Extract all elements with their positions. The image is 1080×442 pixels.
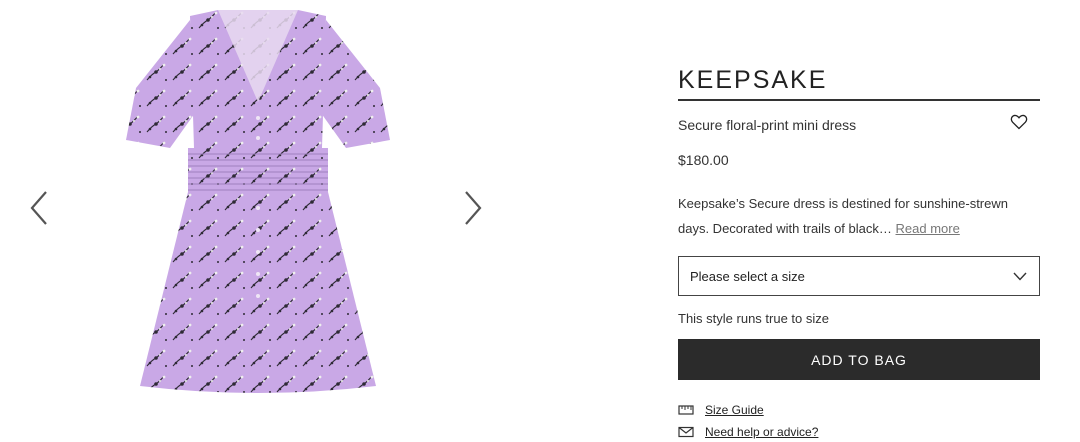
envelope-icon bbox=[678, 426, 694, 438]
read-more-link[interactable]: Read more bbox=[896, 221, 960, 236]
brand-name[interactable]: KEEPSAKE bbox=[678, 66, 827, 95]
product-page: KEEPSAKE Secure floral-print mini dress … bbox=[0, 0, 1080, 442]
divider bbox=[678, 99, 1040, 101]
help-link[interactable]: Need help or advice? bbox=[678, 425, 818, 439]
next-image-button[interactable] bbox=[458, 186, 488, 230]
add-to-bag-button[interactable]: ADD TO BAG bbox=[678, 339, 1040, 380]
product-description: Keepsake’s Secure dress is destined for … bbox=[678, 191, 1040, 241]
ruler-icon bbox=[678, 405, 694, 415]
product-gallery bbox=[0, 0, 520, 442]
size-guide-label[interactable]: Size Guide bbox=[705, 403, 764, 417]
heart-icon[interactable] bbox=[1010, 113, 1028, 131]
help-label[interactable]: Need help or advice? bbox=[705, 425, 818, 439]
size-select-label: Please select a size bbox=[690, 268, 805, 284]
product-name: Secure floral-print mini dress bbox=[678, 117, 857, 133]
chevron-down-icon bbox=[1013, 272, 1027, 281]
size-guide-link[interactable]: Size Guide bbox=[678, 403, 764, 417]
product-price: $180.00 bbox=[678, 152, 729, 168]
chevron-right-icon bbox=[465, 191, 482, 225]
previous-image-button[interactable] bbox=[24, 186, 54, 230]
chevron-left-icon bbox=[30, 191, 47, 225]
product-image[interactable] bbox=[118, 8, 398, 400]
size-select[interactable]: Please select a size bbox=[678, 256, 1040, 296]
fit-note: This style runs true to size bbox=[678, 311, 829, 326]
